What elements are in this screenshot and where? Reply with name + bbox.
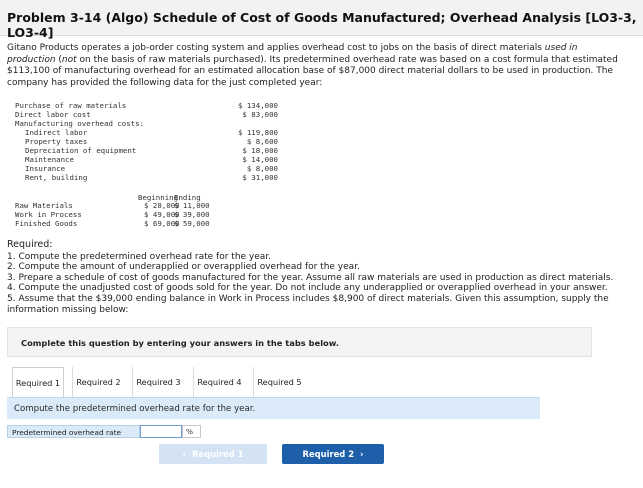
- inventory-ending: $ 11,000: [174, 201, 210, 210]
- cost-label: Depreciation of equipment: [25, 146, 137, 155]
- inventory-row-label: Finished Goods: [15, 219, 78, 228]
- problem-header: Problem 3-14 (Algo) Schedule of Cost of …: [0, 0, 643, 40]
- inventory-row-label: Work in Process: [15, 210, 82, 219]
- cost-value: $ 31,000: [242, 173, 278, 182]
- intro-line-3: $113,100 of manufacturing overhead for a…: [7, 66, 613, 76]
- required-item: 3. Prepare a schedule of cost of goods m…: [7, 272, 614, 283]
- cost-label: Purchase of raw materials: [15, 101, 127, 110]
- tab-required-2[interactable]: Required 2: [72, 367, 124, 397]
- required-heading: Required:: [7, 239, 53, 250]
- problem-title: Problem 3-14 (Algo) Schedule of Cost of …: [7, 10, 637, 40]
- predetermined-overhead-rate-input[interactable]: [140, 425, 182, 438]
- previous-button-label: Required 1: [191, 449, 244, 459]
- required-item: 2. Compute the amount of underapplied or…: [7, 262, 360, 273]
- tab-required-3[interactable]: Required 3: [132, 367, 184, 397]
- cost-label: Manufacturing overhead costs:: [15, 119, 145, 128]
- inventory-ending: $ 59,000: [174, 219, 210, 228]
- cost-label: Maintenance: [25, 155, 74, 164]
- required-item: 4. Compute the unadjusted cost of goods …: [7, 283, 608, 294]
- next-button-label: Required 2: [302, 449, 355, 459]
- intro-line-2: production (not on the basis of raw mate…: [7, 54, 618, 65]
- required-section: Required: 1. Compute the predetermined o…: [7, 239, 637, 315]
- previous-button[interactable]: ‹ Required 1: [159, 444, 267, 464]
- problem-intro: Gitano Products operates a job-order cos…: [7, 43, 637, 89]
- cost-value: $ 14,000: [242, 155, 278, 164]
- cost-value: $ 83,000: [242, 110, 278, 119]
- tab-required-4[interactable]: Required 4: [193, 367, 245, 397]
- chevron-right-icon: ›: [360, 449, 364, 459]
- panel-prompt-text: Compute the predetermined overhead rate …: [14, 404, 256, 414]
- cost-value: $ 18,000: [242, 146, 278, 155]
- cost-label: Property taxes: [25, 137, 88, 146]
- tab-panel-prompt: Compute the predetermined overhead rate …: [7, 397, 540, 419]
- required-item: 1. Compute the predetermined overhead ra…: [7, 251, 272, 262]
- intro-line-1: Gitano Products operates a job-order cos…: [7, 43, 578, 53]
- tab-required-1[interactable]: Required 1: [12, 367, 64, 397]
- cost-value: $ 134,000: [237, 101, 278, 110]
- chevron-left-icon: ‹: [182, 449, 186, 459]
- instructions-text: Complete this question by entering your …: [21, 338, 340, 348]
- cost-label: Rent, building: [25, 173, 88, 182]
- required-item: 5. Assume that the $39,000 ending balanc…: [7, 293, 609, 304]
- tab-required-5[interactable]: Required 5: [253, 367, 305, 397]
- answer-label: Predetermined overhead rate: [7, 425, 140, 438]
- next-button[interactable]: Required 2 ›: [282, 444, 384, 464]
- cost-label: Indirect labor: [25, 128, 88, 137]
- percent-unit: %: [182, 425, 201, 438]
- inventory-ending: $ 39,000: [174, 210, 210, 219]
- cost-value: $ 119,800: [237, 128, 278, 137]
- cost-value: $ 8,600: [246, 137, 278, 146]
- intro-line-4: company has provided the following data …: [7, 77, 323, 88]
- cost-label: Direct labor cost: [15, 110, 91, 119]
- required-item: information missing below:: [7, 304, 129, 315]
- instructions-box: Complete this question by entering your …: [7, 327, 592, 357]
- inventory-row-label: Raw Materials: [15, 201, 73, 210]
- cost-label: Insurance: [25, 164, 66, 173]
- cost-value: $ 8,000: [246, 164, 278, 173]
